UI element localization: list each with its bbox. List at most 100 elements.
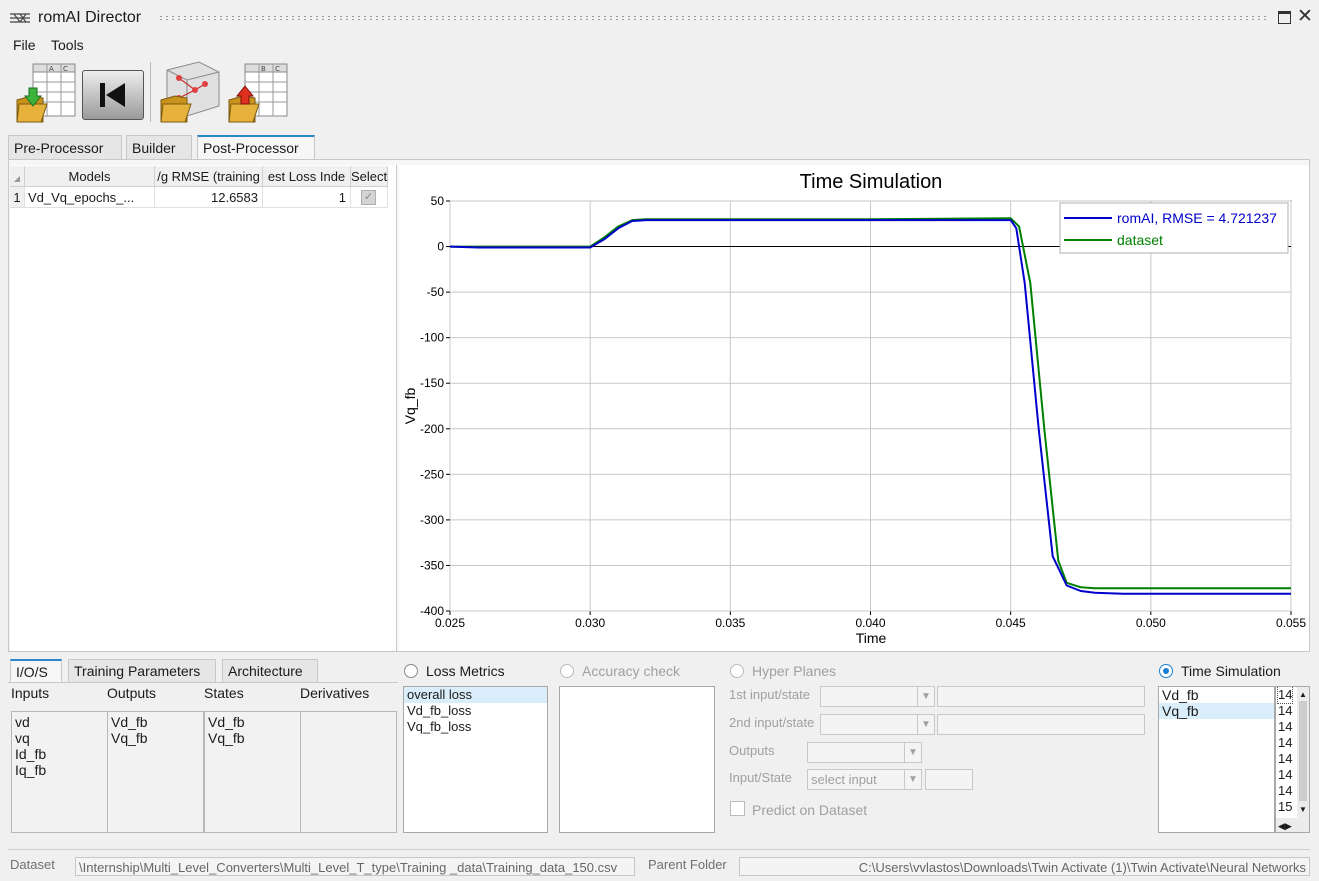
time-step-list[interactable]: 14 14 14 14 14 14 14 15 ▲ ▼ ◀▶ <box>1275 686 1310 833</box>
loss-metrics-list[interactable]: overall loss Vd_fb_loss Vq_fb_loss <box>403 686 548 833</box>
second-input-select[interactable] <box>820 714 918 735</box>
list-item[interactable]: 14 <box>1278 703 1292 719</box>
input-state-select[interactable]: select input <box>807 769 905 790</box>
vertical-scrollbar[interactable]: ▲ ▼ <box>1297 687 1309 818</box>
outputs-select[interactable] <box>807 742 905 763</box>
second-input-field[interactable] <box>937 714 1145 735</box>
cell-select: ✓ <box>351 187 388 208</box>
chevron-down-icon[interactable]: ▼ <box>917 714 935 735</box>
col-header-loss-index[interactable]: est Loss Inde <box>263 166 351 187</box>
list-item[interactable]: 14 <box>1278 735 1292 751</box>
scroll-down-icon[interactable]: ▼ <box>1297 802 1309 818</box>
chevron-down-icon[interactable]: ▼ <box>904 769 922 790</box>
list-item[interactable]: 14 <box>1278 767 1292 783</box>
list-item[interactable]: Vd_fb <box>111 714 200 730</box>
export-dataset-button[interactable]: BC <box>225 60 291 126</box>
parent-folder-field[interactable]: C:\Users\vvlastos\Downloads\Twin Activat… <box>739 857 1310 876</box>
load-model-button[interactable] <box>157 60 223 126</box>
time-simulation-label[interactable]: Time Simulation <box>1181 663 1281 679</box>
predict-checkbox[interactable] <box>730 801 745 816</box>
toolbar-separator <box>150 62 151 122</box>
scrollbar-thumb[interactable] <box>1299 701 1307 801</box>
list-item[interactable]: Iq_fb <box>15 762 104 778</box>
menu-file[interactable]: File <box>13 37 36 53</box>
dataset-path-field[interactable]: \Internship\Multi_Level_Converters\Multi… <box>75 857 635 876</box>
menu-tools[interactable]: Tools <box>51 37 84 53</box>
status-separator <box>8 849 1310 850</box>
time-simulation-list[interactable]: Vd_fb Vq_fb <box>1158 686 1275 833</box>
chevron-down-icon[interactable]: ▼ <box>904 742 922 763</box>
title-grip[interactable] <box>158 15 1268 21</box>
list-item[interactable]: vq <box>15 730 104 746</box>
accuracy-check-label[interactable]: Accuracy check <box>582 663 680 679</box>
list-item[interactable]: 14 <box>1278 719 1292 735</box>
hyper-planes-label[interactable]: Hyper Planes <box>752 663 836 679</box>
accuracy-list[interactable] <box>559 686 715 833</box>
input-state-field[interactable] <box>925 769 973 790</box>
close-button[interactable]: ✕ <box>1297 5 1313 29</box>
tab-post-processor[interactable]: Post-Processor <box>197 135 315 160</box>
first-input-select[interactable] <box>820 686 918 707</box>
tab-ios[interactable]: I/O/S <box>10 659 62 682</box>
y-tick-label: -50 <box>427 285 445 299</box>
chart-title: Time Simulation <box>800 171 943 193</box>
list-item[interactable]: Vq_fb <box>1159 703 1274 719</box>
list-item[interactable]: Vd_fb_loss <box>404 703 547 719</box>
states-list[interactable]: Vd_fb Vq_fb <box>204 711 301 833</box>
list-item[interactable]: Vd_fb <box>1159 687 1274 703</box>
loss-metrics-radio[interactable] <box>404 664 418 678</box>
col-header-select[interactable]: Select <box>351 166 388 187</box>
parent-folder-label: Parent Folder <box>648 857 727 872</box>
list-item[interactable]: 15 <box>1278 799 1292 815</box>
tab-pre-processor[interactable]: Pre-Processor <box>8 135 122 159</box>
first-input-field[interactable] <box>937 686 1145 707</box>
maximize-button[interactable] <box>1278 11 1291 24</box>
predict-label[interactable]: Predict on Dataset <box>752 802 867 818</box>
svg-text:B: B <box>261 65 266 73</box>
states-header: States <box>204 685 244 701</box>
derivatives-list[interactable] <box>300 711 397 833</box>
dataset-label: Dataset <box>10 857 55 872</box>
x-tick-label: 0.050 <box>1136 616 1166 630</box>
list-item[interactable]: Vq_fb <box>111 730 200 746</box>
input-state-label: Input/State <box>729 770 792 785</box>
list-item[interactable]: Vd_fb <box>208 714 297 730</box>
list-item[interactable]: Vq_fb_loss <box>404 719 547 735</box>
y-tick-label: -250 <box>420 467 444 481</box>
legend-label: romAI, RMSE = 4.721237 <box>1117 210 1277 226</box>
select-checkbox[interactable]: ✓ <box>361 190 376 205</box>
list-item[interactable]: Id_fb <box>15 746 104 762</box>
time-simulation-chart[interactable]: Time Simulation Time Vq_fb 0.025 0.030 0.0… <box>399 165 1309 651</box>
horizontal-scrollbar[interactable]: ◀▶ <box>1276 818 1309 832</box>
cell-loss-index[interactable]: 1 <box>263 187 351 208</box>
y-tick-label: 50 <box>431 194 445 208</box>
cell-rmse[interactable]: 12.6583 <box>155 187 263 208</box>
list-item[interactable]: vd <box>15 714 104 730</box>
derivatives-header: Derivatives <box>300 685 370 701</box>
table-corner[interactable]: ◢ <box>10 166 25 187</box>
x-tick-label: 0.045 <box>996 616 1026 630</box>
list-item[interactable]: 14 <box>1276 687 1294 704</box>
list-item[interactable]: overall loss <box>404 687 547 703</box>
inputs-list[interactable]: vd vq Id_fb Iq_fb <box>11 711 108 833</box>
cell-model-name[interactable]: Vd_Vq_epochs_... <box>25 187 155 208</box>
outputs-list[interactable]: Vd_fb Vq_fb <box>107 711 204 833</box>
list-item[interactable]: 14 <box>1278 751 1292 767</box>
list-item[interactable]: Vq_fb <box>208 730 297 746</box>
accuracy-check-radio[interactable] <box>560 664 574 678</box>
y-tick-label: 0 <box>437 240 444 254</box>
time-simulation-radio[interactable] <box>1159 664 1173 678</box>
tab-builder[interactable]: Builder <box>126 135 192 159</box>
rewind-button[interactable] <box>82 70 144 120</box>
tab-training-parameters[interactable]: Training Parameters <box>68 659 216 682</box>
col-header-rmse[interactable]: /g RMSE (training <box>155 166 263 187</box>
import-dataset-button[interactable]: AC <box>13 60 79 126</box>
chevron-down-icon[interactable]: ▼ <box>917 686 935 707</box>
tab-architecture[interactable]: Architecture <box>222 659 318 682</box>
x-tick-label: 0.025 <box>435 616 465 630</box>
list-item[interactable]: 14 <box>1278 783 1292 799</box>
col-header-models[interactable]: Models <box>25 166 155 187</box>
hyper-planes-radio[interactable] <box>730 664 744 678</box>
models-table <box>10 165 397 651</box>
loss-metrics-label[interactable]: Loss Metrics <box>426 663 505 679</box>
